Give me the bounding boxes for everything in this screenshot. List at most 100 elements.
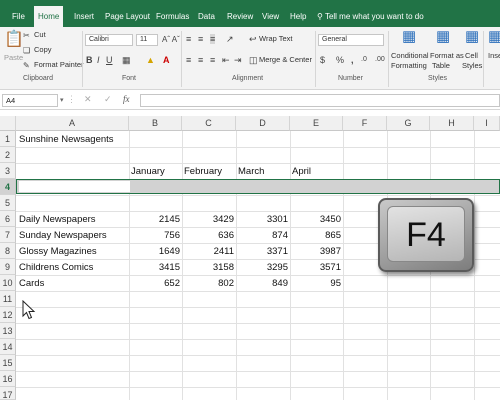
tab-home[interactable]: Home [34, 6, 64, 27]
wrap-text-button[interactable]: Wrap Text [259, 34, 293, 43]
cell-styles-icon[interactable]: ▦ [465, 29, 479, 45]
cell-value[interactable]: 652 [129, 276, 180, 291]
name-box[interactable]: A4 [2, 94, 58, 107]
row-header-4[interactable]: 4 [0, 179, 16, 195]
decrease-decimal-icon[interactable]: .00 [375, 55, 385, 65]
row-header-12[interactable]: 12 [0, 307, 16, 323]
cell-styles-label-2[interactable]: Styles [462, 61, 482, 70]
tab-data[interactable]: Data [196, 6, 217, 27]
format-as-table-label-2[interactable]: Table [432, 61, 450, 70]
align-right-icon[interactable]: ≡ [210, 55, 215, 65]
tab-view[interactable]: View [260, 6, 281, 27]
conditional-formatting-label-2[interactable]: Formatting [391, 61, 427, 70]
cell-value[interactable]: 3987 [290, 244, 341, 259]
column-header-e[interactable]: E [290, 116, 343, 131]
increase-indent-icon[interactable]: ⇥ [234, 55, 242, 65]
format-as-table-label-1[interactable]: Format as [430, 51, 464, 60]
align-top-icon[interactable]: ≡ [186, 34, 191, 44]
row-header-6[interactable]: 6 [0, 211, 16, 227]
format-as-table-icon[interactable]: ▦ [436, 29, 450, 45]
column-header-c[interactable]: C [182, 116, 236, 131]
cell-a1-title[interactable]: Sunshine Newsagents [19, 132, 114, 147]
column-header-f[interactable]: F [343, 116, 387, 131]
column-header-a[interactable]: A [16, 116, 129, 131]
cell-value[interactable]: 636 [182, 228, 234, 243]
cut-icon[interactable]: ✂ [23, 31, 30, 41]
tab-review[interactable]: Review [225, 6, 255, 27]
row-header-3[interactable]: 3 [0, 163, 16, 179]
cancel-icon[interactable]: ✕ [84, 94, 92, 104]
tab-insert[interactable]: Insert [72, 6, 96, 27]
merge-center-icon[interactable]: ◫ [249, 55, 258, 65]
percent-icon[interactable]: % [336, 55, 344, 65]
cell-styles-label-1[interactable]: Cell [465, 51, 478, 60]
cell-b3-month[interactable]: January [131, 164, 165, 179]
cell-value[interactable]: 3571 [290, 260, 341, 275]
select-all-corner[interactable] [0, 116, 16, 131]
column-header-g[interactable]: G [387, 116, 430, 131]
cell-d3-month[interactable]: March [238, 164, 264, 179]
row-header-7[interactable]: 7 [0, 227, 16, 243]
row-header-11[interactable]: 11 [0, 291, 16, 307]
paste-button[interactable]: Paste [4, 53, 23, 62]
row-header-13[interactable]: 13 [0, 323, 16, 339]
row-header-2[interactable]: 2 [0, 147, 16, 163]
format-painter-button[interactable]: Format Painter [34, 60, 84, 69]
cell-value[interactable]: 95 [290, 276, 341, 291]
active-cell-a4[interactable] [19, 181, 130, 192]
italic-icon[interactable]: I [97, 55, 100, 65]
copy-button[interactable]: Copy [34, 45, 52, 54]
borders-icon[interactable]: ▦ [122, 55, 131, 65]
cell-value[interactable]: 3450 [290, 212, 341, 227]
cell-row-label[interactable]: Cards [19, 276, 44, 291]
number-format-dropdown[interactable]: General [318, 34, 384, 46]
conditional-formatting-icon[interactable]: ▦ [402, 29, 416, 45]
cell-value[interactable]: 1649 [129, 244, 180, 259]
bold-icon[interactable]: B [86, 55, 93, 65]
cell-value[interactable]: 3415 [129, 260, 180, 275]
column-header-b[interactable]: B [129, 116, 182, 131]
insert-function-icon[interactable]: fx [123, 94, 130, 104]
cell-value[interactable]: 2145 [129, 212, 180, 227]
increase-decimal-icon[interactable]: .0 [361, 55, 367, 65]
comma-style-icon[interactable]: , [351, 55, 354, 65]
currency-icon[interactable]: $ [320, 55, 325, 65]
cell-value[interactable]: 3295 [236, 260, 288, 275]
column-header-i[interactable]: I [474, 116, 500, 131]
cell-value[interactable]: 865 [290, 228, 341, 243]
row-header-17[interactable]: 17 [0, 387, 16, 400]
grow-font-icon[interactable]: Aˆ Aˇ [162, 35, 180, 45]
name-box-dropdown-icon[interactable]: ▾ [60, 96, 64, 106]
copy-icon[interactable]: ❏ [23, 46, 30, 56]
cell-value[interactable]: 3429 [182, 212, 234, 227]
align-middle-icon[interactable]: ≡ [198, 34, 203, 44]
wrap-text-icon[interactable]: ↩ [249, 34, 257, 44]
cell-row-label[interactable]: Daily Newspapers [19, 212, 96, 227]
insert-cells-button[interactable]: Inse [488, 51, 500, 60]
row-header-10[interactable]: 10 [0, 275, 16, 291]
enter-icon[interactable]: ✓ [104, 94, 112, 104]
tab-page-layout[interactable]: Page Layout [103, 6, 152, 27]
column-header-d[interactable]: D [236, 116, 290, 131]
font-name-dropdown[interactable]: Calibri [85, 34, 133, 46]
row-header-14[interactable]: 14 [0, 339, 16, 355]
formula-input[interactable] [140, 94, 500, 107]
selected-row-4[interactable] [16, 179, 500, 194]
font-color-icon[interactable]: A [163, 55, 170, 65]
row-header-5[interactable]: 5 [0, 195, 16, 211]
row-header-9[interactable]: 9 [0, 259, 16, 275]
row-header-1[interactable]: 1 [0, 131, 16, 147]
paste-icon[interactable]: 📋 [4, 31, 24, 49]
column-header-h[interactable]: H [430, 116, 474, 131]
cell-row-label[interactable]: Childrens Comics [19, 260, 93, 275]
cell-row-label[interactable]: Sunday Newspapers [19, 228, 107, 243]
cell-value[interactable]: 2411 [182, 244, 234, 259]
align-left-icon[interactable]: ≡ [186, 55, 191, 65]
orientation-icon[interactable]: ↗ [226, 34, 234, 44]
cell-value[interactable]: 3371 [236, 244, 288, 259]
conditional-formatting-label-1[interactable]: Conditional [391, 51, 429, 60]
align-bottom-icon[interactable]: ≡ [210, 34, 216, 44]
font-size-dropdown[interactable]: 11 [136, 34, 158, 46]
cell-value[interactable]: 3301 [236, 212, 288, 227]
tab-help[interactable]: Help [288, 6, 308, 27]
